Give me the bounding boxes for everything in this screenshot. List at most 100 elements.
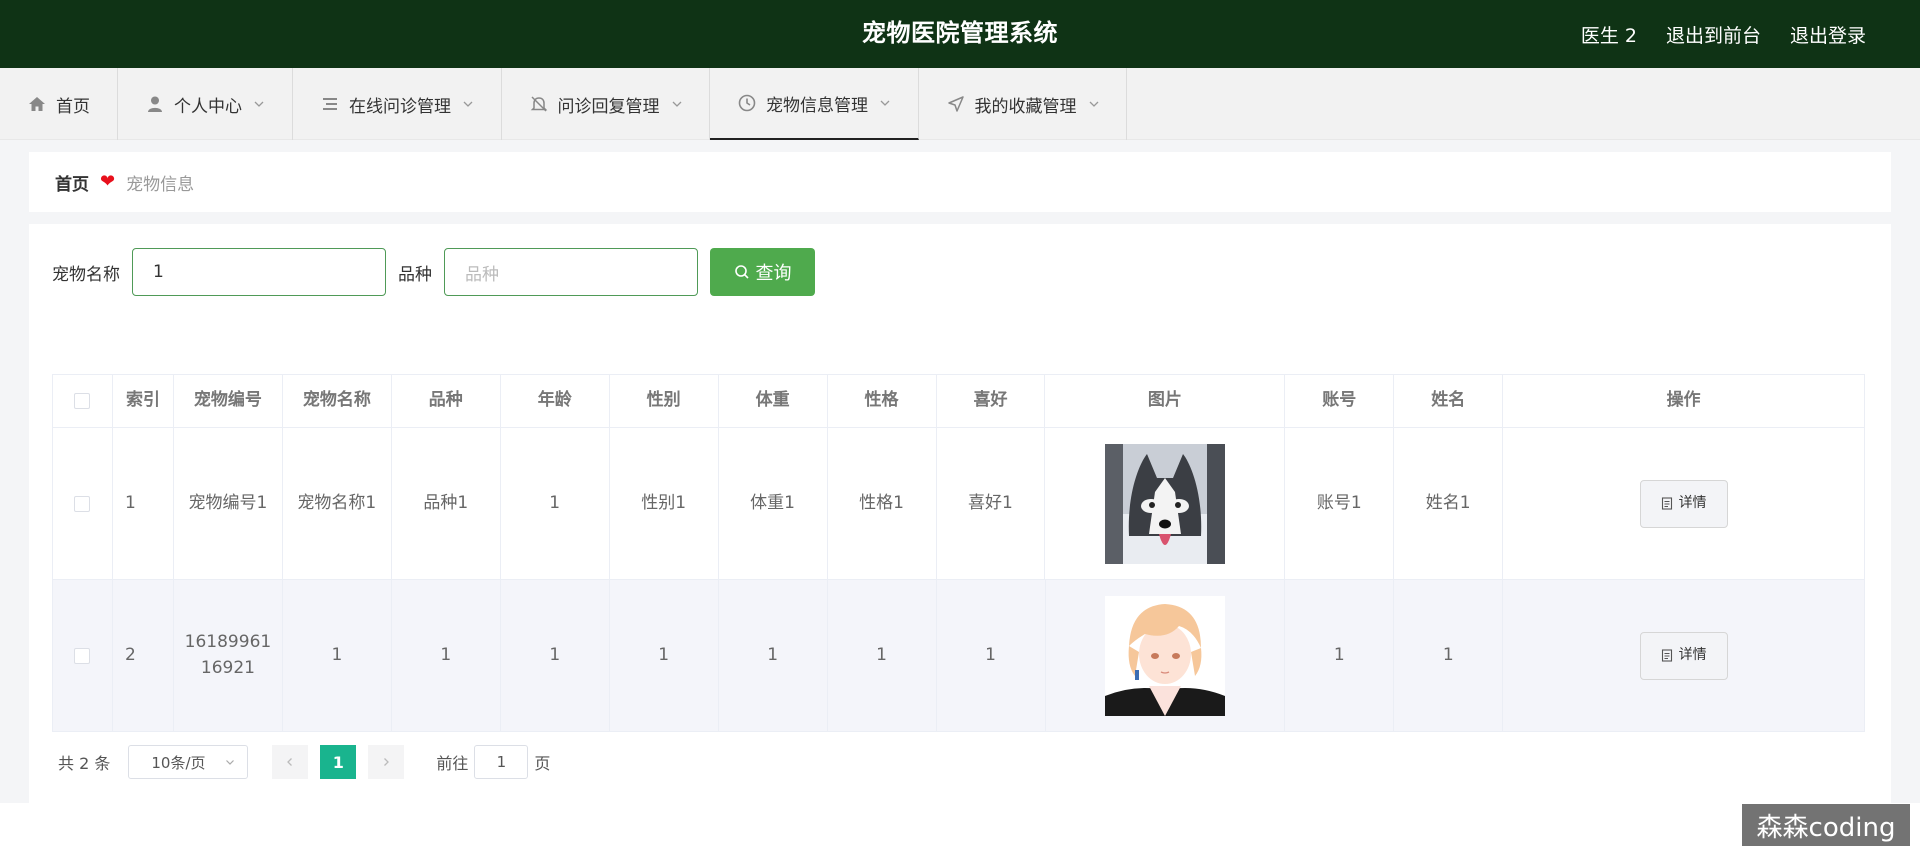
cell-actions: 详情 bbox=[1503, 428, 1864, 579]
breed-label: 品种 bbox=[398, 264, 432, 285]
chevron-down-icon bbox=[880, 100, 890, 106]
heart-icon: ❤ bbox=[100, 171, 116, 192]
logout-link[interactable]: 退出登录 bbox=[1790, 21, 1866, 48]
nav-item-home[interactable]: 首页 bbox=[0, 68, 118, 140]
chevron-down-icon bbox=[672, 101, 681, 107]
column-header: 体重 bbox=[719, 375, 828, 427]
breadcrumb: 首页 ❤ 宠物信息 bbox=[29, 152, 1891, 212]
table-header: 索引 宠物编号 宠物名称 品种 年龄 性别 体重 性格 喜好 图片 账号 姓名 … bbox=[53, 375, 1864, 428]
current-user[interactable]: 医生 2 bbox=[1581, 21, 1637, 48]
nav-item-reply[interactable]: 问诊回复管理 bbox=[502, 68, 710, 140]
select-all-checkbox[interactable] bbox=[74, 393, 91, 409]
cell-index: 2 bbox=[113, 580, 174, 731]
column-header: 年龄 bbox=[501, 375, 610, 427]
bell-off-icon bbox=[530, 96, 547, 112]
cell-breed: 品种1 bbox=[392, 428, 501, 579]
pagination: 共 2 条 10条/页 1 前往 1 页 bbox=[58, 745, 550, 779]
cell-actions: 详情 bbox=[1503, 580, 1864, 731]
total-count: 共 2 条 bbox=[58, 754, 111, 773]
prev-page-button[interactable] bbox=[272, 745, 309, 779]
row-select-cell bbox=[53, 580, 113, 731]
goto-prefix: 前往 bbox=[436, 754, 469, 773]
cell-temper: 性格1 bbox=[828, 428, 937, 579]
nav-label: 首页 bbox=[56, 96, 90, 117]
search-form: 宠物名称 1 品种 品种 查询 bbox=[52, 248, 815, 296]
watermark: 森森coding bbox=[1742, 804, 1910, 846]
column-header: 图片 bbox=[1045, 375, 1286, 427]
top-header: 宠物医院管理系统 医生 2 退出到前台 退出登录 bbox=[0, 0, 1920, 68]
nav-label: 我的收藏管理 bbox=[974, 96, 1077, 117]
cell-weight: 体重1 bbox=[719, 428, 828, 579]
goto-suffix: 页 bbox=[534, 754, 551, 773]
cell-account: 账号1 bbox=[1285, 428, 1395, 579]
breadcrumb-home[interactable]: 首页 bbox=[55, 170, 89, 195]
row-select-cell bbox=[53, 428, 113, 579]
cell-age: 1 bbox=[501, 580, 610, 731]
row-checkbox[interactable] bbox=[74, 495, 91, 512]
main-nav: 首页 个人中心 在线问诊管理 问诊回复管理 宠物信息管理 我的收藏管理 bbox=[0, 68, 1920, 140]
column-header: 账号 bbox=[1285, 375, 1395, 427]
detail-button[interactable]: 详情 bbox=[1639, 631, 1728, 680]
chevron-down-icon bbox=[463, 101, 473, 107]
detail-button-label: 详情 bbox=[1678, 647, 1707, 663]
cell-age: 1 bbox=[501, 428, 610, 579]
breed-input[interactable]: 品种 bbox=[444, 248, 698, 296]
clock-icon bbox=[738, 94, 756, 112]
row-checkbox[interactable] bbox=[74, 647, 91, 664]
pet-table: 索引 宠物编号 宠物名称 品种 年龄 性别 体重 性格 喜好 图片 账号 姓名 … bbox=[52, 374, 1865, 732]
column-header: 性格 bbox=[828, 375, 937, 427]
page-size-select[interactable]: 10条/页 bbox=[128, 745, 249, 779]
cell-weight: 1 bbox=[719, 580, 828, 731]
cell-temper: 1 bbox=[828, 580, 937, 731]
anime-boy-avatar[interactable] bbox=[1104, 595, 1225, 716]
nav-item-consult[interactable]: 在线问诊管理 bbox=[293, 68, 502, 140]
cell-account: 1 bbox=[1285, 580, 1395, 731]
chevron-down-icon bbox=[1089, 101, 1098, 107]
column-header: 喜好 bbox=[937, 375, 1046, 427]
nav-item-pet-info[interactable]: 宠物信息管理 bbox=[710, 68, 919, 140]
page-size-value: 10条/页 bbox=[151, 753, 206, 772]
goto-page-input[interactable]: 1 bbox=[474, 745, 529, 779]
cell-realname: 1 bbox=[1394, 580, 1504, 731]
user-icon bbox=[148, 96, 162, 112]
search-button-label: 查询 bbox=[755, 263, 792, 284]
column-header: 宠物编号 bbox=[174, 375, 283, 427]
cell-image bbox=[1046, 580, 1286, 731]
exit-to-front-link[interactable]: 退出到前台 bbox=[1666, 21, 1761, 48]
document-icon bbox=[1661, 497, 1672, 510]
cell-image bbox=[1045, 428, 1286, 579]
column-header: 性别 bbox=[610, 375, 719, 427]
header-actions: 医生 2 退出到前台 退出登录 bbox=[1581, 0, 1866, 68]
cell-gender: 性别1 bbox=[610, 428, 719, 579]
cell-hobby: 喜好1 bbox=[937, 428, 1046, 579]
nav-item-favorites[interactable]: 我的收藏管理 bbox=[919, 68, 1127, 140]
nav-label: 个人中心 bbox=[174, 96, 242, 117]
cell-breed: 1 bbox=[392, 580, 501, 731]
column-header: 索引 bbox=[113, 375, 174, 427]
pet-name-label: 宠物名称 bbox=[52, 264, 120, 285]
select-all-cell bbox=[53, 375, 113, 427]
column-header: 宠物名称 bbox=[283, 375, 392, 427]
page-number-current[interactable]: 1 bbox=[320, 745, 357, 779]
column-header: 操作 bbox=[1666, 390, 1701, 411]
detail-button[interactable]: 详情 bbox=[1639, 479, 1728, 528]
cell-index: 1 bbox=[113, 428, 174, 579]
cell-name: 宠物名称1 bbox=[283, 428, 392, 579]
nav-label: 在线问诊管理 bbox=[349, 96, 451, 117]
column-header: 品种 bbox=[392, 375, 501, 427]
nav-item-personal[interactable]: 个人中心 bbox=[118, 68, 293, 140]
detail-button-label: 详情 bbox=[1678, 495, 1707, 511]
cell-realname: 姓名1 bbox=[1394, 428, 1504, 579]
navigation-icon bbox=[947, 96, 964, 112]
husky-dog-photo[interactable] bbox=[1104, 443, 1225, 564]
search-icon bbox=[734, 265, 749, 279]
pet-name-input[interactable]: 1 bbox=[132, 248, 386, 296]
search-button[interactable]: 查询 bbox=[710, 248, 815, 296]
cell-code: 16189961 16921 bbox=[174, 580, 283, 731]
next-page-button[interactable] bbox=[368, 745, 405, 779]
home-icon bbox=[29, 97, 45, 111]
list-icon bbox=[323, 98, 337, 110]
nav-label: 宠物信息管理 bbox=[766, 95, 868, 116]
table-row: 2 16189961 16921 1 1 1 1 1 1 1 1 1 详情 bbox=[53, 580, 1864, 732]
nav-label: 问诊回复管理 bbox=[557, 96, 660, 117]
